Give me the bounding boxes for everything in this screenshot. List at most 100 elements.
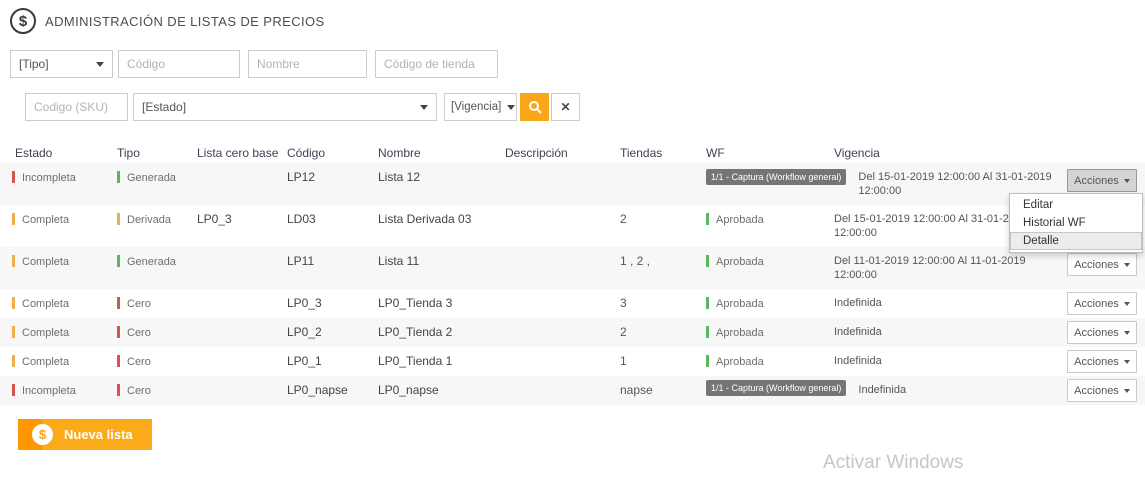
wf-label: Aprobada bbox=[716, 298, 764, 310]
tipo-cell: Cero bbox=[117, 289, 197, 318]
estado-cell: Completa bbox=[10, 205, 117, 247]
tipo-cell: Cero bbox=[117, 347, 197, 376]
table-header: Estado Tipo Lista cero base Código Nombr… bbox=[0, 140, 1145, 160]
estado-cell: Incompleta bbox=[10, 376, 117, 405]
tipo-label: Cero bbox=[127, 356, 151, 368]
acciones-button[interactable]: Acciones bbox=[1067, 321, 1137, 344]
tipo-select[interactable]: [Tipo] bbox=[10, 50, 113, 78]
nombre-cell: LP0_Tienda 1 bbox=[378, 347, 505, 376]
nombre-cell: Lista 12 bbox=[378, 163, 505, 205]
wf-badge: 1/1 - Captura (Workflow general) bbox=[706, 169, 846, 185]
chevron-down-icon bbox=[507, 105, 515, 110]
tipo-status-bar bbox=[117, 384, 120, 396]
close-icon: ✕ bbox=[560, 100, 570, 114]
tipo-cell: Cero bbox=[117, 318, 197, 347]
acciones-button[interactable]: Acciones bbox=[1067, 379, 1137, 402]
descripcion-cell bbox=[505, 247, 620, 289]
estado-label: Completa bbox=[22, 298, 69, 310]
lista-cero-base-cell bbox=[197, 289, 287, 318]
dollar-icon: $ bbox=[10, 8, 36, 34]
table-row: Completa Cero LP0_1 LP0_Tienda 1 1 Aprob… bbox=[0, 347, 1145, 376]
tipo-status-bar bbox=[117, 297, 120, 309]
menu-item-historial-wf[interactable]: Historial WF bbox=[1010, 214, 1142, 232]
codigo-cell: LP0_napse bbox=[287, 376, 378, 405]
tipo-cell: Generada bbox=[117, 163, 197, 205]
column-header-tiendas: Tiendas bbox=[620, 140, 706, 160]
descripcion-cell bbox=[505, 376, 620, 405]
table-row: Completa Cero LP0_2 LP0_Tienda 2 2 Aprob… bbox=[0, 318, 1145, 347]
tiendas-cell: 2 bbox=[620, 318, 706, 347]
chevron-down-icon bbox=[1124, 179, 1130, 183]
codigo-cell: LP0_1 bbox=[287, 347, 378, 376]
clear-button[interactable]: ✕ bbox=[551, 93, 580, 121]
chevron-down-icon bbox=[1124, 389, 1130, 393]
nombre-cell: Lista Derivada 03 bbox=[378, 205, 505, 247]
codigo-tienda-input[interactable] bbox=[375, 50, 498, 78]
nombre-cell: LP0_napse bbox=[378, 376, 505, 405]
search-button[interactable] bbox=[520, 93, 549, 121]
wf-label: Aprobada bbox=[716, 256, 764, 268]
tipo-label: Cero bbox=[127, 327, 151, 339]
vigencia-cell: Del 11-01-2019 12:00:00 Al 11-01-201912:… bbox=[834, 247, 1026, 289]
estado-label: Completa bbox=[22, 327, 69, 339]
lista-cero-base-cell bbox=[197, 163, 287, 205]
table-row: Incompleta Cero LP0_napse LP0_napse naps… bbox=[0, 376, 1145, 405]
tipo-status-bar bbox=[117, 355, 120, 367]
table-row: Completa Derivada LP0_3 LD03 Lista Deriv… bbox=[0, 205, 1145, 247]
estado-status-bar bbox=[12, 255, 15, 267]
chevron-down-icon bbox=[420, 105, 428, 110]
codigo-sku-input[interactable] bbox=[25, 93, 128, 121]
chevron-down-icon bbox=[1124, 331, 1130, 335]
codigo-cell: LP11 bbox=[287, 247, 378, 289]
tipo-cell: Generada bbox=[117, 247, 197, 289]
estado-cell: Completa bbox=[10, 347, 117, 376]
menu-item-editar[interactable]: Editar bbox=[1010, 196, 1142, 214]
tipo-status-bar bbox=[117, 171, 120, 183]
tipo-label: Generada bbox=[127, 256, 176, 268]
wf-label: Aprobada bbox=[716, 214, 764, 226]
vigencia-cell: Indefinida bbox=[834, 347, 882, 376]
codigo-cell: LP12 bbox=[287, 163, 378, 205]
tipo-label: Derivada bbox=[127, 214, 171, 226]
tipo-label: Generada bbox=[127, 172, 176, 184]
descripcion-cell bbox=[505, 347, 620, 376]
nueva-lista-button[interactable]: $ Nueva lista bbox=[18, 419, 152, 450]
tiendas-cell: 2 bbox=[620, 205, 706, 247]
estado-label: Completa bbox=[22, 214, 69, 226]
vigencia-cell: Indefinida bbox=[834, 318, 882, 347]
column-header-descripcion: Descripción bbox=[505, 140, 620, 160]
estado-status-bar bbox=[12, 384, 15, 396]
estado-select[interactable]: [Estado] bbox=[133, 93, 437, 121]
tipo-status-bar bbox=[117, 255, 120, 267]
acciones-button[interactable]: Acciones bbox=[1067, 350, 1137, 373]
column-header-nombre: Nombre bbox=[378, 140, 505, 160]
wf-label: Aprobada bbox=[716, 356, 764, 368]
descripcion-cell bbox=[505, 163, 620, 205]
tiendas-cell bbox=[620, 163, 706, 205]
vigencia-select[interactable]: [Vigencia] bbox=[444, 93, 517, 121]
column-header-lista-cero-base: Lista cero base bbox=[197, 140, 287, 160]
acciones-button[interactable]: Acciones bbox=[1067, 292, 1137, 315]
estado-cell: Completa bbox=[10, 289, 117, 318]
search-icon bbox=[528, 100, 542, 114]
estado-cell: Completa bbox=[10, 318, 117, 347]
descripcion-cell bbox=[505, 205, 620, 247]
wf-status-bar bbox=[706, 255, 709, 267]
nombre-cell: LP0_Tienda 3 bbox=[378, 289, 505, 318]
tipo-cell: Cero bbox=[117, 376, 197, 405]
estado-status-bar bbox=[12, 355, 15, 367]
menu-item-detalle[interactable]: Detalle bbox=[1010, 232, 1142, 250]
estado-cell: Incompleta bbox=[10, 163, 117, 205]
estado-select-value: [Estado] bbox=[142, 100, 186, 114]
acciones-dropdown-menu: Editar Historial WF Detalle bbox=[1009, 193, 1143, 253]
acciones-button[interactable]: Acciones bbox=[1067, 169, 1137, 192]
codigo-cell: LD03 bbox=[287, 205, 378, 247]
nombre-input[interactable] bbox=[248, 50, 367, 78]
wf-badge: 1/1 - Captura (Workflow general) bbox=[706, 380, 846, 396]
lista-cero-base-cell: LP0_3 bbox=[197, 205, 287, 247]
wf-status-bar bbox=[706, 213, 709, 225]
acciones-button[interactable]: Acciones bbox=[1067, 253, 1137, 276]
lista-cero-base-cell bbox=[197, 376, 287, 405]
estado-cell: Completa bbox=[10, 247, 117, 289]
codigo-input[interactable] bbox=[118, 50, 240, 78]
